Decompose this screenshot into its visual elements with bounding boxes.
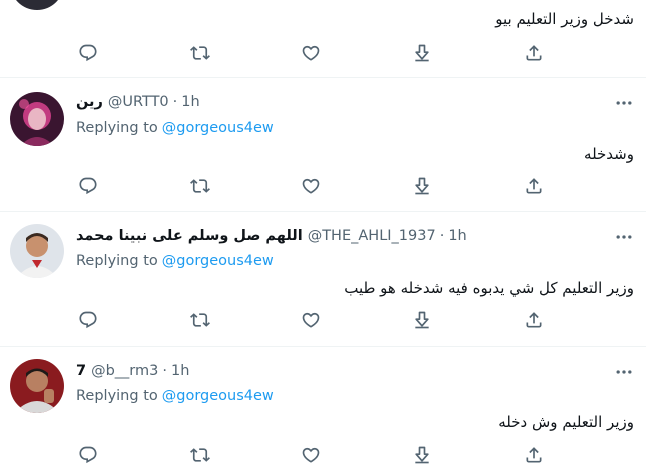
separator-dot: · bbox=[172, 94, 178, 110]
mention-link[interactable]: @gorgeous4ew bbox=[162, 388, 274, 404]
tweet-0[interactable]: شدخل وزير التعليم بيو bbox=[0, 0, 646, 77]
tweet-actions bbox=[0, 43, 646, 67]
share-icon[interactable] bbox=[524, 176, 544, 196]
more-icon[interactable] bbox=[614, 362, 634, 382]
replying-to: Replying to @gorgeous4ew bbox=[76, 120, 274, 136]
download-icon[interactable] bbox=[412, 176, 432, 196]
download-icon[interactable] bbox=[412, 445, 432, 465]
like-icon[interactable] bbox=[301, 445, 321, 465]
download-icon[interactable] bbox=[412, 310, 432, 330]
reply-icon[interactable] bbox=[78, 176, 98, 196]
user-handle[interactable]: @THE_AHLI_1937 bbox=[308, 228, 436, 244]
reply-icon[interactable] bbox=[78, 43, 98, 63]
replying-to-label: Replying to bbox=[76, 120, 158, 136]
tweet-actions bbox=[0, 176, 646, 200]
tweet-2[interactable]: اللهم صل وسلم على نبينا محمد @THE_AHLI_1… bbox=[0, 212, 646, 346]
replying-to: Replying to @gorgeous4ew bbox=[76, 253, 274, 269]
separator-dot: · bbox=[162, 363, 167, 379]
avatar[interactable] bbox=[10, 92, 64, 146]
reply-icon[interactable] bbox=[78, 310, 98, 330]
replying-to-label: Replying to bbox=[76, 253, 158, 269]
timestamp[interactable]: 1h bbox=[181, 94, 199, 110]
tweet-text: وزير التعليم وش دخله bbox=[498, 413, 634, 431]
timestamp[interactable]: 1h bbox=[448, 228, 466, 244]
avatar[interactable] bbox=[10, 359, 64, 413]
mention-link[interactable]: @gorgeous4ew bbox=[162, 253, 274, 269]
tweet-header: اللهم صل وسلم على نبينا محمد @THE_AHLI_1… bbox=[76, 228, 467, 244]
timestamp[interactable]: 1h bbox=[171, 363, 189, 379]
display-name[interactable]: اللهم صل وسلم على نبينا محمد bbox=[76, 228, 303, 244]
tweet-header: رين @URTT0 · 1h bbox=[76, 94, 200, 110]
like-icon[interactable] bbox=[301, 310, 321, 330]
user-handle[interactable]: @URTT0 bbox=[108, 94, 169, 110]
tweet-3[interactable]: 7 @b__rm3 · 1h Replying to @gorgeous4ew و… bbox=[0, 347, 646, 463]
more-icon[interactable] bbox=[614, 93, 634, 113]
retweet-icon[interactable] bbox=[190, 176, 210, 196]
avatar[interactable] bbox=[10, 224, 64, 278]
replying-to-label: Replying to bbox=[76, 388, 158, 404]
tweet-text: شدخل وزير التعليم بيو bbox=[495, 10, 634, 28]
like-icon[interactable] bbox=[301, 176, 321, 196]
tweet-header: 7 @b__rm3 · 1h bbox=[76, 363, 189, 379]
retweet-icon[interactable] bbox=[190, 43, 210, 63]
display-name[interactable]: 7 bbox=[76, 363, 86, 379]
tweet-text: وزير التعليم كل شي يدبوه فيه شدخله هو طي… bbox=[344, 279, 634, 297]
display-name[interactable]: رين bbox=[76, 94, 103, 110]
mention-link[interactable]: @gorgeous4ew bbox=[162, 120, 274, 136]
separator-dot: · bbox=[439, 228, 445, 244]
user-handle[interactable]: @b__rm3 bbox=[91, 363, 158, 379]
share-icon[interactable] bbox=[524, 445, 544, 465]
more-icon[interactable] bbox=[614, 227, 634, 247]
reply-icon[interactable] bbox=[78, 445, 98, 465]
tweet-actions bbox=[0, 310, 646, 334]
avatar[interactable] bbox=[10, 0, 64, 10]
tweet-1[interactable]: رين @URTT0 · 1h Replying to @gorgeous4ew … bbox=[0, 78, 646, 211]
retweet-icon[interactable] bbox=[190, 310, 210, 330]
share-icon[interactable] bbox=[524, 310, 544, 330]
tweet-actions bbox=[0, 445, 646, 469]
download-icon[interactable] bbox=[412, 43, 432, 63]
retweet-icon[interactable] bbox=[190, 445, 210, 465]
like-icon[interactable] bbox=[301, 43, 321, 63]
tweet-text: وشدخله bbox=[584, 145, 634, 163]
replying-to: Replying to @gorgeous4ew bbox=[76, 388, 274, 404]
share-icon[interactable] bbox=[524, 43, 544, 63]
